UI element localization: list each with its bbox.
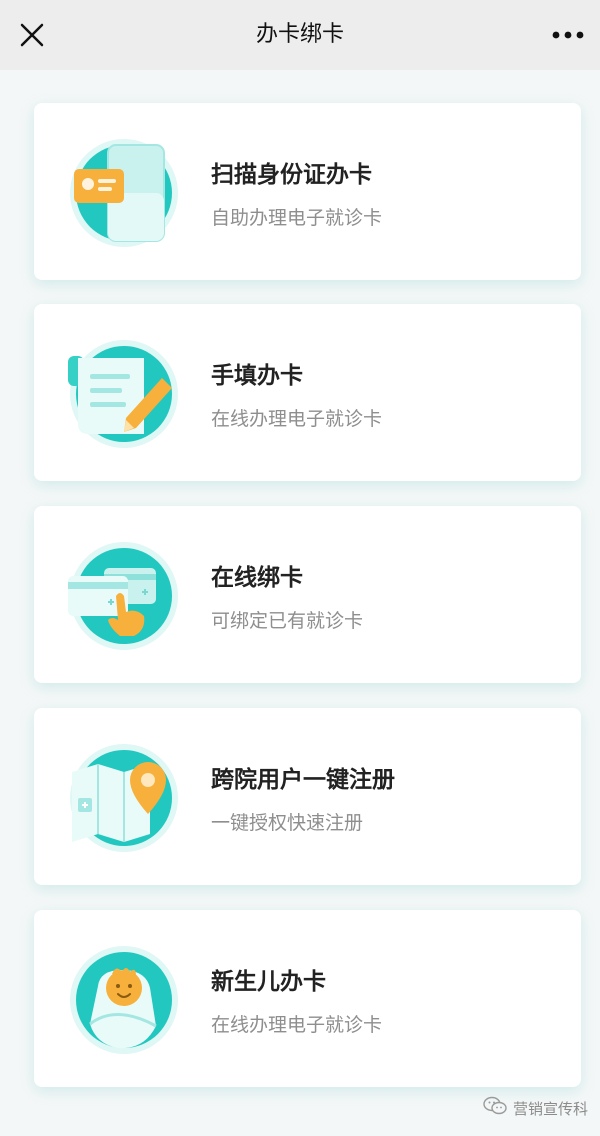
newborn-icon [64,940,184,1060]
card-subtitle: 可绑定已有就诊卡 [211,610,364,632]
card-title: 在线绑卡 [211,565,303,591]
card-subtitle: 在线办理电子就诊卡 [211,408,383,430]
id-card-scan-icon [64,133,184,253]
more-options-icon[interactable] [548,20,588,50]
wechat-icon [483,1096,507,1120]
card-subtitle: 自助办理电子就诊卡 [211,207,383,229]
card-scan-id[interactable]: 扫描身份证办卡 自助办理电子就诊卡 [34,103,581,280]
card-cross-hospital-register[interactable]: 跨院用户一键注册 一键授权快速注册 [34,708,581,885]
watermark-text: 营销宣传科 [512,1099,588,1118]
nav-bar: 办卡绑卡 [0,0,600,70]
card-bind-icon [64,536,184,656]
card-title: 扫描身份证办卡 [211,162,372,188]
location-map-icon [64,738,184,858]
card-title: 手填办卡 [211,363,303,389]
card-online-bind[interactable]: 在线绑卡 可绑定已有就诊卡 [34,506,581,683]
form-fill-icon [64,334,184,454]
card-newborn[interactable]: 新生儿办卡 在线办理电子就诊卡 [34,910,581,1087]
card-manual-fill[interactable]: 手填办卡 在线办理电子就诊卡 [34,304,581,481]
card-subtitle: 在线办理电子就诊卡 [211,1014,383,1036]
card-title: 新生儿办卡 [211,969,326,995]
watermark: 营销宣传科 [483,1096,588,1120]
page-title: 办卡绑卡 [255,22,344,47]
card-title: 跨院用户一键注册 [211,767,395,793]
card-subtitle: 一键授权快速注册 [211,812,364,834]
